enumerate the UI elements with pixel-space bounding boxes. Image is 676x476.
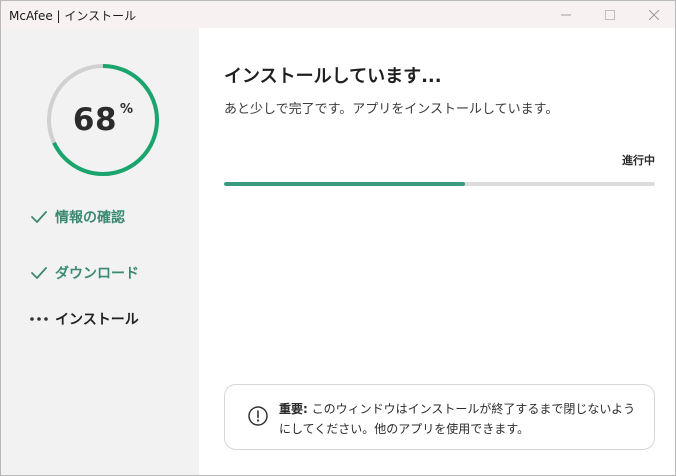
step-label: ダウンロード <box>55 266 139 282</box>
progress-percent: 68 % <box>45 62 161 178</box>
installer-window: McAfee | インストール 68 % 情報の確認 ダウンロード インストール… <box>0 0 676 476</box>
close-icon <box>649 9 659 20</box>
page-title: インストールしています... <box>224 66 442 87</box>
ellipsis-icon <box>29 309 49 329</box>
minimize-icon <box>561 14 571 15</box>
maximize-button[interactable] <box>587 1 633 28</box>
title-bar[interactable]: McAfee | インストール <box>1 1 675 28</box>
maximize-icon <box>605 9 615 20</box>
main-panel: インストールしています... あと少しで完了です。アプリをインストールしています… <box>199 28 675 475</box>
step-label: 情報の確認 <box>55 210 125 226</box>
page-subtitle: あと少しで完了です。アプリをインストールしています。 <box>224 102 559 117</box>
close-button[interactable] <box>631 1 676 28</box>
check-icon <box>29 263 49 283</box>
percent-sign: % <box>120 102 134 117</box>
progress-value: 68 <box>72 102 118 138</box>
step-install: インストール <box>29 308 139 330</box>
progress-bar <box>224 182 655 186</box>
check-icon <box>29 207 49 227</box>
progress-bar-fill <box>224 182 466 186</box>
step-label: インストール <box>55 312 139 328</box>
window-title: McAfee | インストール <box>9 9 137 23</box>
step-confirm-info: 情報の確認 <box>29 206 125 228</box>
sidebar: 68 % 情報の確認 ダウンロード インストール <box>1 28 199 475</box>
step-download: ダウンロード <box>29 262 139 284</box>
status-label: 進行中 <box>622 154 655 167</box>
minimize-button[interactable] <box>543 1 589 28</box>
info-alert-icon <box>248 406 268 426</box>
notice-text: 重要: このウィンドウはインストールが終了するまで閉じないようにしてください。他… <box>279 399 639 439</box>
notice-body: このウィンドウはインストールが終了するまで閉じないようにしてください。他のアプリ… <box>279 402 636 436</box>
notice-box: 重要: このウィンドウはインストールが終了するまで閉じないようにしてください。他… <box>224 384 655 450</box>
notice-prefix: 重要: <box>279 402 308 416</box>
